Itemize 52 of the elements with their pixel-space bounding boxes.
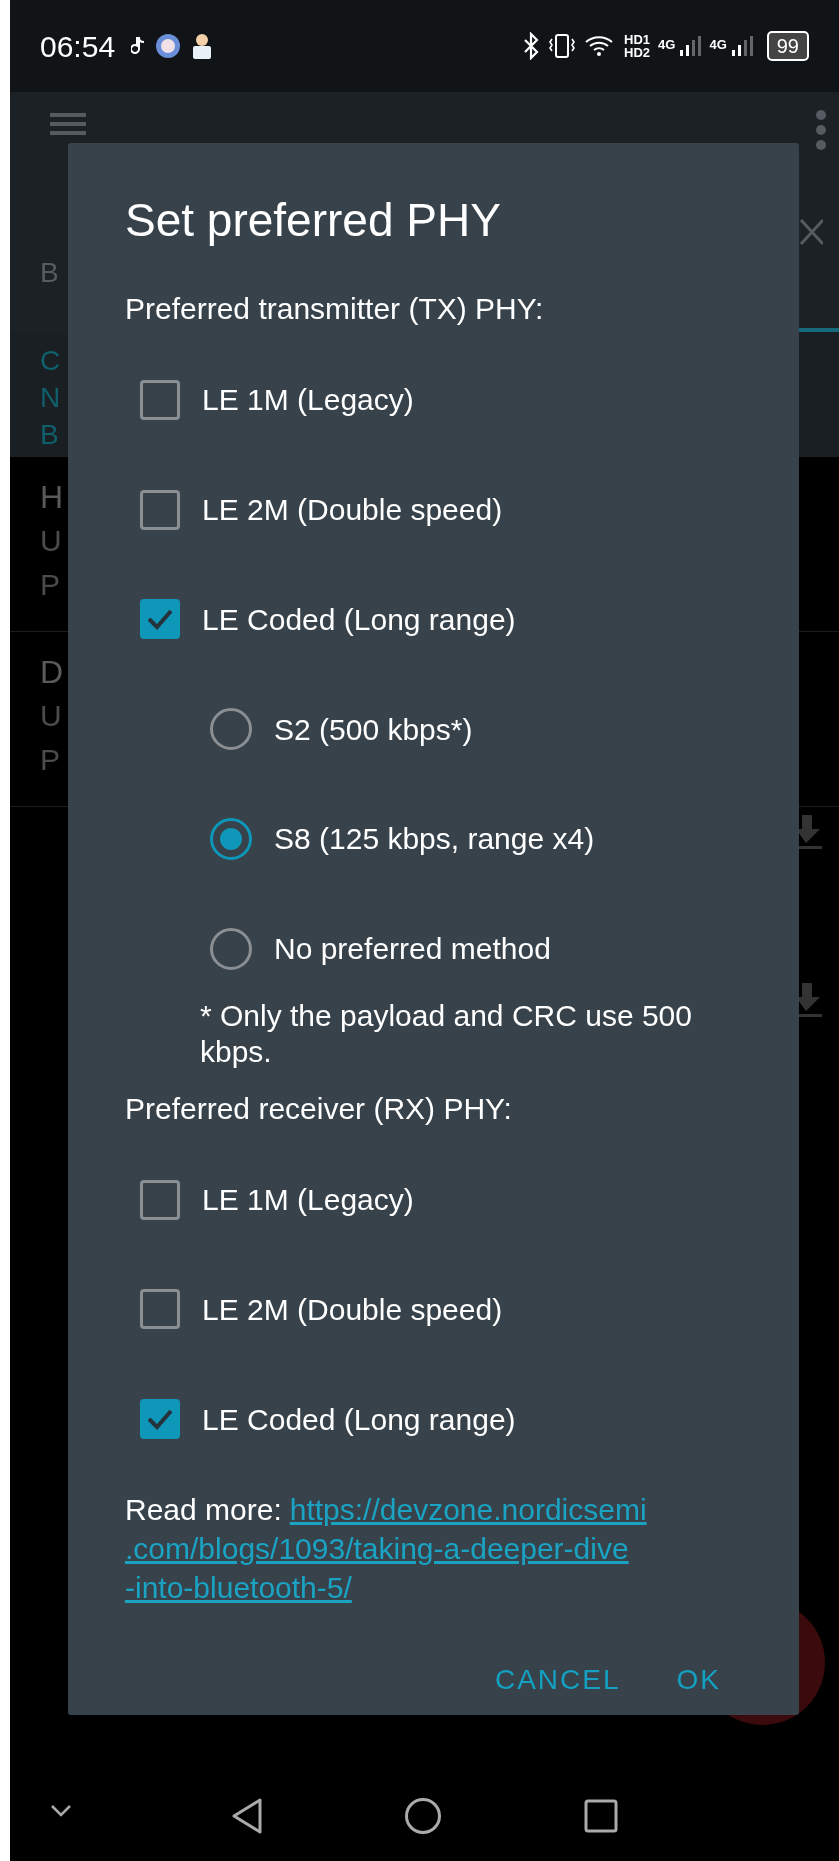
network-label: HD2	[624, 46, 651, 59]
chevron-down-icon[interactable]	[50, 1804, 72, 1818]
download-icon[interactable]	[796, 983, 822, 1019]
close-icon[interactable]	[799, 217, 823, 247]
radio-button[interactable]	[210, 927, 252, 970]
checkbox-option[interactable]: LE 1M (Legacy)	[125, 1144, 759, 1255]
list-text: P	[40, 742, 60, 778]
radio-button[interactable]	[210, 817, 252, 860]
radio-option[interactable]: S2 (500 kbps*)	[125, 674, 759, 785]
recent-apps-icon[interactable]	[584, 1799, 619, 1833]
list-text: D	[40, 653, 64, 692]
checkbox[interactable]	[140, 379, 180, 420]
list-text: U	[40, 523, 62, 559]
info-text: C	[40, 344, 61, 378]
checkbox-option[interactable]: LE Coded (Long range)	[125, 564, 759, 675]
bluetooth-icon	[522, 32, 541, 60]
list-text: P	[40, 567, 60, 603]
dialog-title: Set preferred PHY	[125, 193, 502, 248]
back-icon[interactable]	[230, 1797, 263, 1835]
list-text: H	[40, 478, 64, 517]
radio-option[interactable]: S8 (125 kbps, range x4)	[125, 784, 759, 894]
list-text: U	[40, 698, 62, 734]
battery-level: 99	[766, 31, 809, 61]
signal-bars-icon	[730, 35, 753, 57]
info-text: N	[40, 381, 61, 415]
read-more-label: Read more:	[125, 1492, 282, 1529]
home-icon[interactable]	[404, 1797, 443, 1835]
signal-label: 4G	[658, 36, 676, 54]
checkbox-option[interactable]: LE 1M (Legacy)	[125, 344, 759, 455]
check-icon	[146, 608, 174, 631]
checkbox-option[interactable]: LE Coded (Long range)	[125, 1364, 759, 1475]
checkbox[interactable]	[140, 1289, 180, 1330]
checkbox-option[interactable]: LE 2M (Double speed)	[125, 1254, 759, 1365]
more-icon[interactable]	[815, 110, 827, 150]
radio-button[interactable]	[210, 708, 252, 751]
vibrate-icon	[548, 33, 577, 59]
signal-bars-icon	[679, 35, 702, 57]
section-label: Preferred receiver (RX) PHY:	[125, 1090, 513, 1127]
signal-label: 4G	[709, 36, 727, 54]
app-circle-icon	[155, 33, 182, 59]
checkbox-option[interactable]: LE 2M (Double speed)	[125, 454, 759, 565]
network-label: HD1	[624, 33, 651, 46]
clock-time: 06:54	[40, 28, 116, 65]
checkbox[interactable]	[140, 489, 180, 530]
checkbox[interactable]	[140, 599, 180, 640]
info-text: B	[40, 418, 59, 452]
download-icon[interactable]	[796, 815, 822, 851]
check-icon	[146, 1408, 174, 1431]
checkbox[interactable]	[140, 1399, 180, 1440]
section-label: Preferred transmitter (TX) PHY:	[125, 291, 545, 328]
checkbox[interactable]	[140, 1179, 180, 1220]
menu-icon[interactable]	[50, 112, 86, 136]
